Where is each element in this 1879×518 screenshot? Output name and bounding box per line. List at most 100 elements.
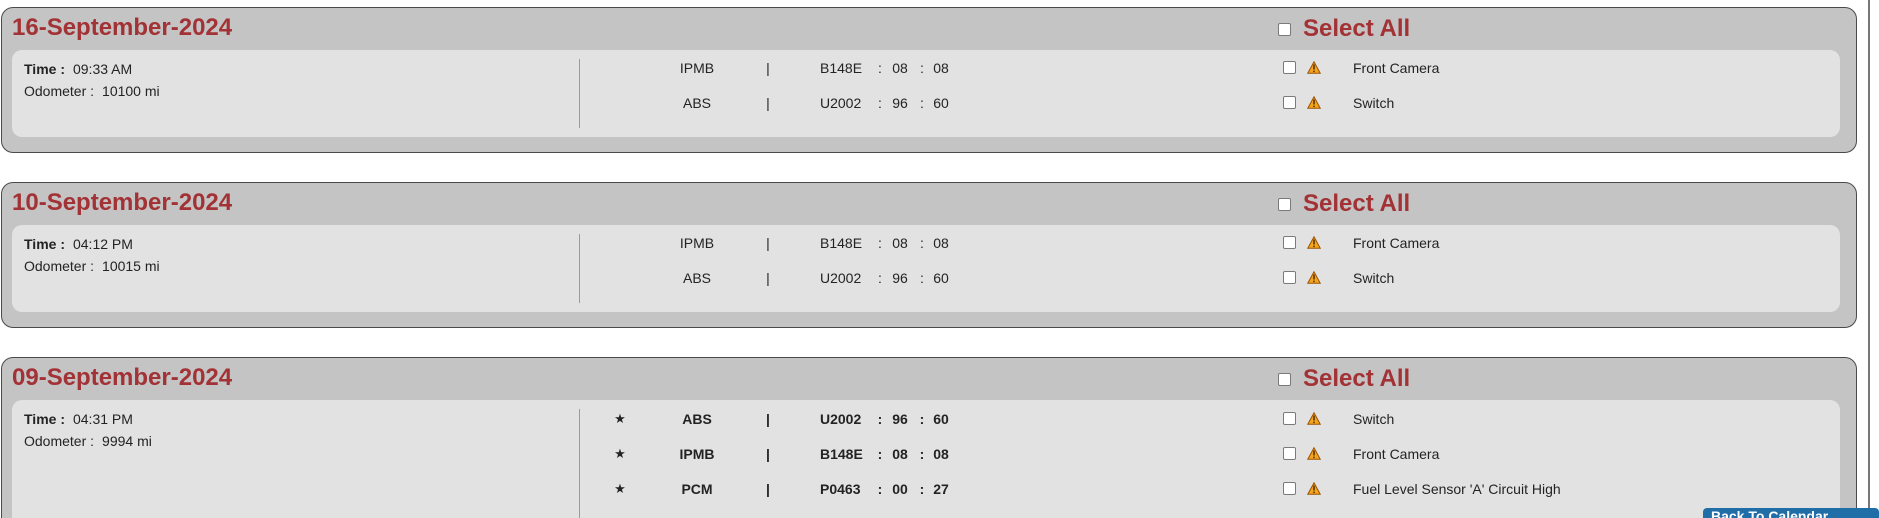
fault-separator: |: [766, 411, 770, 427]
select-all-checkbox[interactable]: [1278, 197, 1291, 211]
fault-code: B148E: [820, 235, 863, 251]
fault-row[interactable]: ★ IPMB | B148E : 08 : 08 Front Camera: [12, 442, 1840, 466]
fault-module: IPMB: [679, 60, 715, 76]
select-all-label: Select All: [1303, 190, 1411, 217]
fault-value-colon: :: [920, 270, 924, 286]
warning-triangle-icon: [1307, 61, 1321, 74]
fault-module: IPMB: [679, 446, 715, 462]
fault-module: PCM: [681, 481, 713, 497]
fault-value-1: 08: [892, 446, 908, 462]
day-date: 09-September-2024: [12, 364, 233, 391]
fault-code: P0463: [820, 481, 861, 497]
fault-value-2: 60: [933, 270, 949, 286]
fault-code-colon: :: [878, 270, 882, 286]
fault-description: Front Camera: [1353, 235, 1440, 251]
diagnostic-history-page: 16-September-2024 Select All Time : 09:3…: [0, 0, 1879, 518]
fault-select-checkbox[interactable]: [1283, 96, 1296, 109]
fault-module: IPMB: [679, 235, 715, 251]
select-all-label: Select All: [1303, 365, 1411, 392]
diagnostic-day-card: 16-September-2024 Select All Time : 09:3…: [1, 7, 1857, 153]
new-fault-star-icon: [613, 266, 627, 290]
diagnostic-event-panel: Time : 09:33 AM Odometer : 10100 mi IPMB…: [12, 50, 1840, 137]
fault-separator: |: [766, 95, 770, 111]
fault-module: ABS: [682, 95, 711, 111]
fault-description: Front Camera: [1353, 60, 1440, 76]
fault-select-checkbox[interactable]: [1283, 61, 1296, 74]
warning-triangle-icon: [1307, 412, 1321, 425]
fault-value-colon: :: [920, 60, 924, 76]
fault-description: Front Camera: [1353, 446, 1440, 462]
scroll-to-top-label: Back To Calendar: [1711, 508, 1829, 518]
fault-value-colon: :: [920, 95, 924, 111]
fault-code: U2002: [820, 95, 862, 111]
fault-select-checkbox[interactable]: [1283, 482, 1296, 495]
fault-row[interactable]: ABS | U2002 : 96 : 60 Switch: [12, 266, 1840, 290]
select-all-control[interactable]: Select All: [1278, 15, 1410, 43]
day-date: 10-September-2024: [12, 189, 233, 216]
fault-description: Switch: [1353, 411, 1395, 427]
fault-code: U2002: [820, 270, 862, 286]
new-fault-star-icon: ★: [614, 446, 626, 461]
diagnostic-event-panel: Time : 04:31 PM Odometer : 9994 mi ★ ABS…: [12, 400, 1840, 518]
fault-row[interactable]: ★ ABS | U2002 : 96 : 60 Switch: [12, 407, 1840, 431]
fault-separator: |: [766, 270, 770, 286]
fault-module: ABS: [682, 411, 712, 427]
fault-value-colon: :: [920, 235, 924, 251]
fault-row[interactable]: ★ PCM | P0463 : 00 : 27 Fuel Level Senso…: [12, 477, 1840, 501]
fault-code-colon: :: [877, 446, 883, 462]
fault-row[interactable]: ABS | U2002 : 96 : 60 Switch: [12, 91, 1840, 115]
fault-code-colon: :: [878, 60, 882, 76]
fault-value-1: 96: [892, 95, 908, 111]
fault-code-colon: :: [878, 235, 882, 251]
fault-value-colon: :: [919, 446, 925, 462]
new-fault-star-icon: ★: [614, 411, 626, 426]
fault-value-2: 08: [933, 60, 949, 76]
fault-value-1: 96: [892, 270, 908, 286]
fault-code-colon: :: [877, 411, 883, 427]
new-fault-star-icon: [613, 91, 627, 115]
fault-row[interactable]: IPMB | B148E : 08 : 08 Front Camera: [12, 56, 1840, 80]
fault-value-2: 60: [933, 95, 949, 111]
warning-triangle-icon: [1307, 447, 1321, 460]
new-fault-star-icon: [613, 56, 627, 80]
fault-code: B148E: [820, 446, 863, 462]
new-fault-star-icon: [613, 231, 627, 255]
warning-triangle-icon: [1307, 96, 1321, 109]
fault-value-1: 08: [892, 235, 908, 251]
new-fault-star-icon: ★: [614, 481, 626, 496]
select-all-control[interactable]: Select All: [1278, 365, 1410, 393]
day-date: 16-September-2024: [12, 14, 233, 41]
fault-value-1: 08: [892, 60, 908, 76]
fault-value-2: 08: [933, 235, 949, 251]
select-all-checkbox[interactable]: [1278, 372, 1291, 386]
warning-triangle-icon: [1307, 482, 1321, 495]
page-scrollbar-track[interactable]: [1868, 0, 1870, 518]
fault-select-checkbox[interactable]: [1283, 447, 1296, 460]
select-all-control[interactable]: Select All: [1278, 190, 1410, 218]
fault-value-1: 00: [892, 481, 908, 497]
fault-separator: |: [766, 60, 770, 76]
fault-row[interactable]: IPMB | B148E : 08 : 08 Front Camera: [12, 231, 1840, 255]
scroll-to-top-button[interactable]: Back To Calendar: [1703, 508, 1879, 518]
diagnostic-day-card: 09-September-2024 Select All Time : 04:3…: [1, 357, 1857, 518]
fault-separator: |: [766, 481, 770, 497]
fault-value-colon: :: [919, 481, 925, 497]
fault-select-checkbox[interactable]: [1283, 271, 1296, 284]
fault-code-colon: :: [877, 481, 883, 497]
fault-description: Switch: [1353, 270, 1395, 286]
select-all-label: Select All: [1303, 15, 1411, 42]
fault-select-checkbox[interactable]: [1283, 412, 1296, 425]
fault-code-colon: :: [878, 95, 882, 111]
fault-code: U2002: [820, 411, 862, 427]
fault-value-colon: :: [919, 411, 925, 427]
fault-value-1: 96: [892, 411, 908, 427]
fault-value-2: 60: [933, 411, 949, 427]
fault-code: B148E: [820, 60, 863, 76]
diagnostic-event-panel: Time : 04:12 PM Odometer : 10015 mi IPMB…: [12, 225, 1840, 312]
fault-separator: |: [766, 446, 770, 462]
diagnostic-day-card: 10-September-2024 Select All Time : 04:1…: [1, 182, 1857, 328]
select-all-checkbox[interactable]: [1278, 22, 1291, 36]
warning-triangle-icon: [1307, 236, 1321, 249]
fault-value-2: 08: [933, 446, 949, 462]
fault-select-checkbox[interactable]: [1283, 236, 1296, 249]
